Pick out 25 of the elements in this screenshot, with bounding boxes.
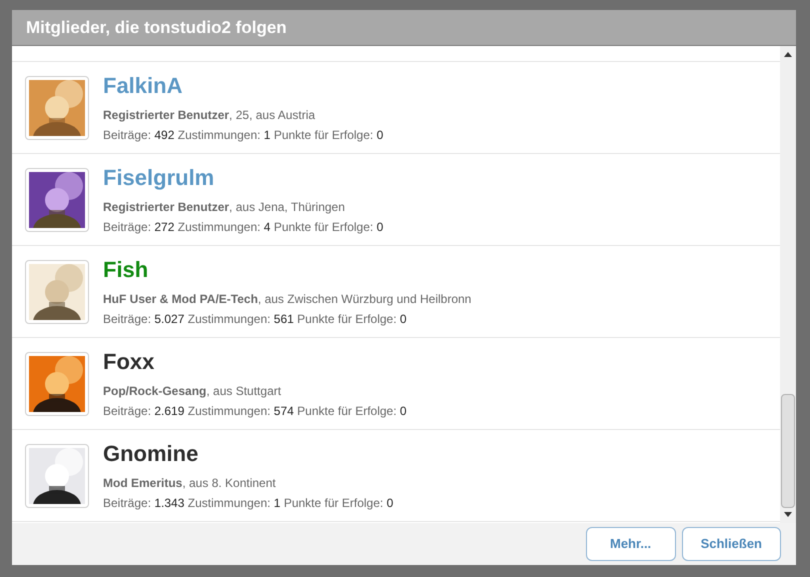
member-stats: Beiträge: 2.619 Zustimmungen: 574 Punkte für Erfolge: 0 — [103, 402, 407, 420]
member-stats: Beiträge: 1.343 Zustimmungen: 1 Punkte für Erfolge: 0 — [103, 494, 394, 512]
scrollbar[interactable] — [780, 46, 796, 523]
member-row[interactable]: FalkinA Registrierter Benutzer, 25, aus Austria Beiträge: 492 Zustimmungen: 1 Punkte für Erfolge: 0 — [12, 62, 780, 154]
member-stats: Beiträge: 5.027 Zustimmungen: 561 Punkte für Erfolge: 0 — [103, 310, 408, 328]
member-row[interactable]: Fiselgrulm Registrierter Benutzer, aus Jena, Thüringen Beiträge: 272 Zustimmungen: 4 Punkte für Erfolge: 0 — [12, 154, 780, 246]
scroll-down-icon[interactable] — [784, 512, 792, 517]
scroll-up-icon[interactable] — [784, 52, 792, 57]
member-name[interactable]: Gnomine — [103, 440, 198, 468]
member-stats: Beiträge: 272 Zustimmungen: 4 Punkte für Erfolge: 0 — [103, 218, 384, 236]
dialog-button[interactable]: Schließen — [682, 527, 781, 561]
member-info: Mod Emeritus, aus 8. Kontinent — [103, 474, 277, 492]
member-row[interactable]: Gnomine Mod Emeritus, aus 8. Kontinent Beiträge: 1.343 Zustimmungen: 1 Punkte für Erfolge: 0 — [12, 430, 780, 522]
member-name[interactable]: Foxx — [103, 348, 154, 376]
member-row[interactable]: Fish HuF User & Mod PA/E-Tech, aus Zwischen Würzburg und Heilbronn Beiträge: 5.027 Zustimmungen: 561 Punkte für Erfolge: 0 — [12, 246, 780, 338]
member-name[interactable]: Fish — [103, 256, 148, 284]
member-info: Registrierter Benutzer, aus Jena, Thüringen — [103, 198, 346, 216]
member-row[interactable]: Foxx Pop/Rock-Gesang, aus Stuttgart Beiträge: 2.619 Zustimmungen: 574 Punkte für Erfolge: 0 — [12, 338, 780, 430]
scroll-thumb[interactable] — [781, 394, 795, 508]
dialog-title: Mitglieder, die tonstudio2 folgen — [26, 16, 287, 39]
member-stats: Beiträge: 492 Zustimmungen: 1 Punkte für Erfolge: 0 — [103, 126, 384, 144]
dialog-button[interactable]: Mehr... — [586, 527, 676, 561]
member-info: Registrierter Benutzer, 25, aus Austria — [103, 106, 316, 124]
member-info: Pop/Rock-Gesang, aus Stuttgart — [103, 382, 282, 400]
member-info: HuF User & Mod PA/E-Tech, aus Zwischen Würzburg und Heilbronn — [103, 290, 472, 308]
